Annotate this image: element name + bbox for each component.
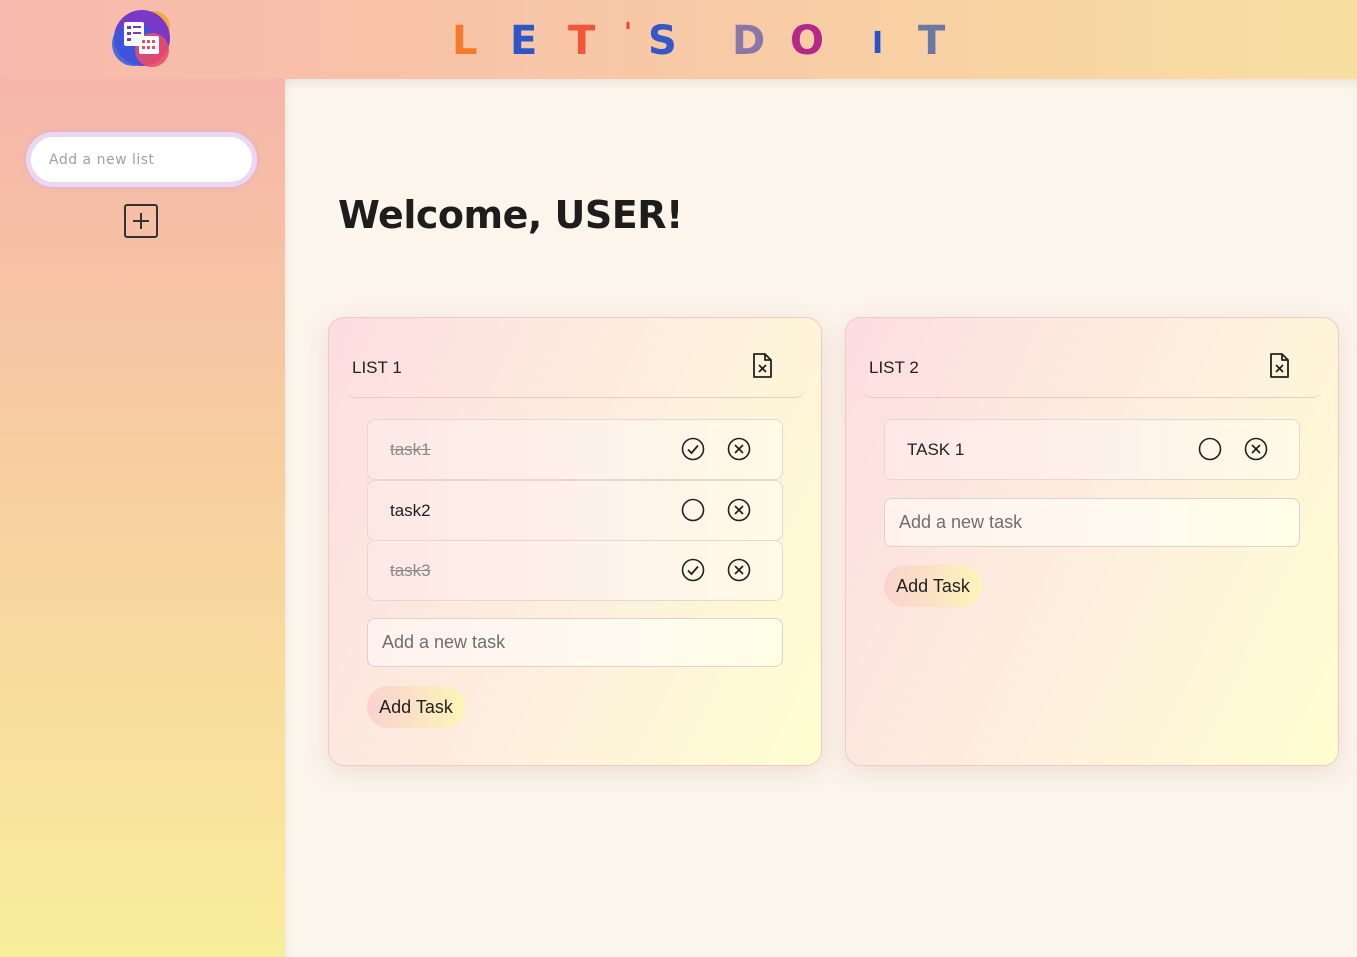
task-text: task1: [390, 440, 431, 459]
list-card: LIST 1 task1 task2 task3 Add a new task …: [328, 317, 822, 766]
brand-title: L E T ' S D O I T: [448, 18, 968, 64]
task-item: task3: [367, 540, 783, 601]
task-text: task3: [390, 561, 431, 580]
list-title: LIST 2: [869, 358, 919, 377]
brand-letter: T: [568, 18, 596, 64]
add-task-button[interactable]: Add Task: [884, 565, 982, 607]
incomplete-circle-icon[interactable]: [681, 498, 705, 522]
delete-task-icon[interactable]: [727, 437, 751, 461]
brand-letter: L: [452, 18, 478, 64]
task-item: task2: [367, 480, 783, 541]
incomplete-circle-icon[interactable]: [1198, 437, 1222, 461]
page-title: Welcome, USER!: [338, 193, 683, 237]
task-text: TASK 1: [907, 440, 965, 459]
add-list-button[interactable]: [124, 204, 158, 238]
new-task-input[interactable]: [367, 618, 783, 667]
list-card-header: [862, 334, 1322, 398]
brand-letter: D: [732, 18, 766, 64]
task-text: task2: [390, 501, 431, 520]
top-header: L E T ' S D O I T: [0, 0, 1357, 79]
new-task-input[interactable]: [884, 498, 1300, 547]
list-card: LIST 2 TASK 1 Add Task: [845, 317, 1339, 766]
list-title: LIST 1: [352, 358, 402, 377]
delete-task-icon[interactable]: [727, 558, 751, 582]
brand-letter: O: [790, 18, 825, 64]
check-circle-icon[interactable]: [681, 558, 705, 582]
add-task-button[interactable]: Add Task: [367, 686, 465, 728]
brand-letter: ': [624, 18, 632, 48]
delete-list-icon[interactable]: [1267, 352, 1291, 380]
delete-task-icon[interactable]: [727, 498, 751, 522]
delete-task-icon[interactable]: [1244, 437, 1268, 461]
brand-letter: T: [918, 18, 946, 64]
new-list-input[interactable]: [26, 132, 257, 187]
app-logo-icon[interactable]: [110, 10, 176, 68]
plus-icon: [133, 213, 149, 229]
brand-letter: S: [648, 18, 677, 64]
task-item: task1: [367, 419, 783, 480]
delete-list-icon[interactable]: [750, 352, 774, 380]
task-item: TASK 1: [884, 419, 1300, 480]
check-circle-icon[interactable]: [681, 437, 705, 461]
list-card-header: [345, 334, 805, 398]
brand-letter: E: [510, 18, 538, 64]
brand-letter: I: [872, 26, 884, 61]
